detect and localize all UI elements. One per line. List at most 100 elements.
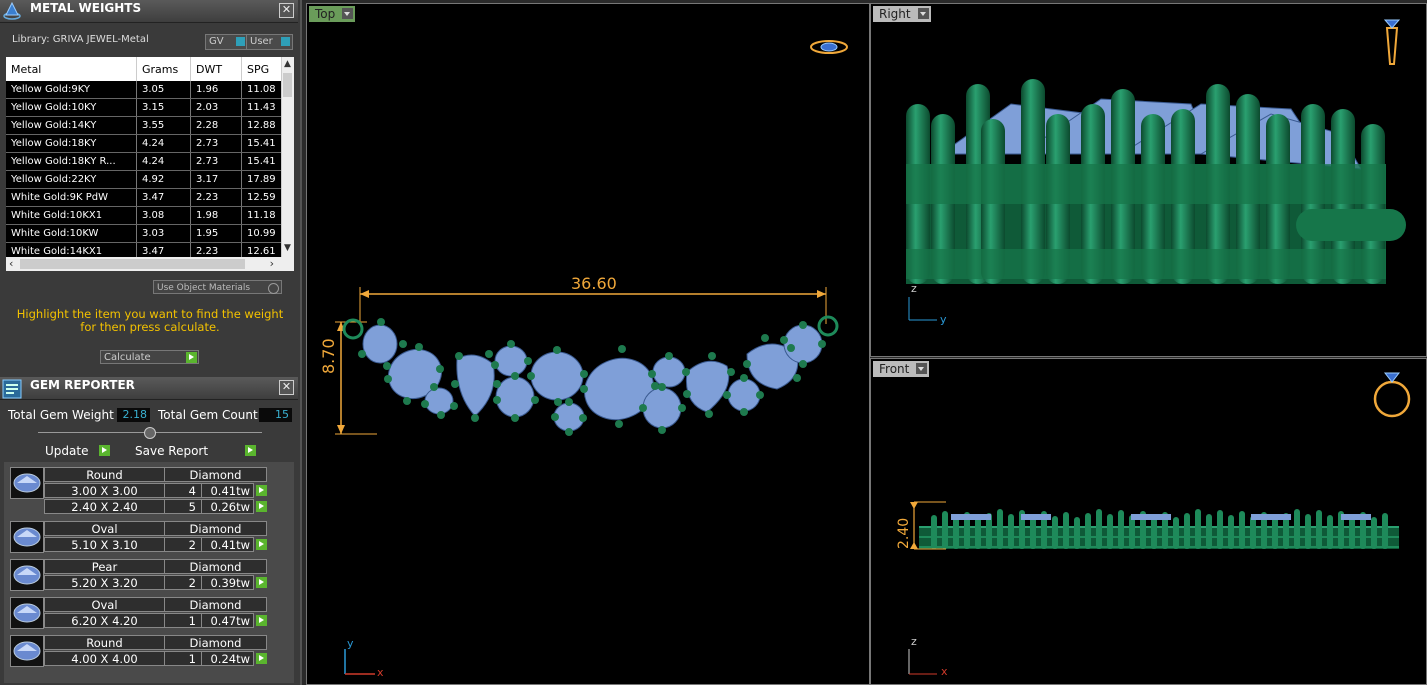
gem-group[interactable]: Pear Diamond 5.20 X 3.20 2 0.39tw (10, 559, 270, 593)
scroll-thumb[interactable] (283, 73, 292, 97)
select-gem-button[interactable] (256, 615, 267, 626)
gem-shape: Oval (44, 521, 165, 536)
table-cell: 3.55 (136, 116, 191, 135)
table-cell: 4.24 (136, 152, 191, 171)
select-gem-button[interactable] (256, 485, 267, 496)
scroll-up-icon[interactable]: ▲ (284, 59, 291, 69)
scroll-down-icon[interactable]: ▼ (284, 243, 291, 253)
table-cell: White Gold:14KX1 (6, 242, 137, 257)
table-cell: 3.47 (136, 242, 191, 257)
gem-type: Diamond (164, 559, 267, 574)
column-header-metal[interactable]: Metal (6, 57, 137, 81)
top-viewport[interactable]: Top 36.60 8.70 y x (306, 3, 870, 685)
hscroll-thumb[interactable] (20, 259, 245, 269)
gem-shape: Round (44, 635, 165, 650)
update-button[interactable]: Update (42, 443, 112, 459)
metal-weights-close-button[interactable]: ✕ (279, 3, 294, 18)
size-slider-handle[interactable] (144, 427, 156, 439)
user-toggle-indicator-icon (281, 37, 290, 46)
gem-reporter-close-button[interactable]: ✕ (279, 380, 294, 395)
height-dimension: 2.40 (896, 517, 912, 549)
gv-toggle[interactable]: GV (205, 34, 248, 50)
table-cell: Yellow Gold:18KY (6, 134, 137, 153)
table-cell: 2.73 (190, 134, 242, 153)
table-cell: 1.95 (190, 224, 242, 243)
gem-shape: Pear (44, 559, 165, 574)
metal-table-vertical-scrollbar[interactable]: ▲ ▼ (281, 57, 294, 257)
column-header-spg[interactable]: SPG (241, 57, 282, 81)
right-viewport[interactable]: Right z y (870, 3, 1427, 357)
table-row[interactable]: White Gold:14KX1 3.47 2.23 12.61 (6, 242, 282, 257)
gem-reporter-logo-icon (2, 379, 22, 399)
table-cell: 11.08 (241, 81, 282, 99)
column-header-dwt[interactable]: DWT (190, 57, 242, 81)
table-cell: Yellow Gold:22KY (6, 170, 137, 189)
table-cell: 12.59 (241, 188, 282, 207)
gem-group[interactable]: Round Diamond 4.00 X 4.00 1 0.24tw (10, 635, 270, 669)
total-gem-count-label: Total Gem Count (158, 408, 258, 422)
gem-count: 2 (164, 537, 202, 552)
metal-table[interactable]: Metal Grams DWT SPG Yellow Gold:9KY 3.05 1… (6, 57, 294, 257)
gem-weight: 0.26tw (201, 499, 254, 514)
table-cell: 3.17 (190, 170, 242, 189)
calculate-hint: Highlight the item you want to find the … (10, 308, 290, 334)
total-gem-weight-label: Total Gem Weight (8, 408, 114, 422)
gem-group[interactable]: Oval Diamond 5.10 X 3.10 2 0.41tw (10, 521, 270, 555)
select-gem-button[interactable] (256, 653, 267, 664)
gem-thumbnail-icon (10, 635, 44, 667)
table-row[interactable]: Yellow Gold:14KY 3.55 2.28 12.88 (6, 116, 282, 135)
gem-size: 5.20 X 3.20 (44, 575, 165, 590)
select-gem-button[interactable] (256, 501, 267, 512)
table-cell: 15.41 (241, 134, 282, 153)
update-label: Update (45, 444, 89, 458)
table-row[interactable]: Yellow Gold:9KY 3.05 1.96 11.08 (6, 81, 282, 99)
play-icon (186, 352, 197, 363)
table-cell: 11.43 (241, 98, 282, 117)
table-row[interactable]: Yellow Gold:10KY 3.15 2.03 11.43 (6, 98, 282, 117)
gem-group[interactable]: Round Diamond 3.00 X 3.00 4 0.41tw 2.40 X 2.4… (10, 467, 270, 517)
table-cell: 11.18 (241, 206, 282, 225)
front-viewport[interactable]: Front 2.40 z x (870, 358, 1427, 685)
select-gem-button[interactable] (256, 539, 267, 550)
table-row[interactable]: Yellow Gold:18KY R... 4.24 2.73 15.41 (6, 152, 282, 171)
gem-weight: 0.47tw (201, 613, 254, 628)
front-view-drawing (908, 501, 1399, 675)
table-row[interactable]: White Gold:10KX1 3.08 1.98 11.18 (6, 206, 282, 225)
select-gem-button[interactable] (256, 577, 267, 588)
table-row[interactable]: White Gold:9K PdW 3.47 2.23 12.59 (6, 188, 282, 207)
metal-table-horizontal-scrollbar[interactable]: ‹ › (6, 257, 294, 271)
height-dimension: 8.70 (319, 338, 338, 374)
save-report-button[interactable]: Save Report (132, 443, 258, 459)
gem-type: Diamond (164, 521, 267, 536)
table-row[interactable]: Yellow Gold:22KY 4.92 3.17 17.89 (6, 170, 282, 189)
table-row[interactable]: White Gold:10KW 3.03 1.95 10.99 (6, 224, 282, 243)
right-view-drawing (906, 79, 1406, 321)
gem-shape: Oval (44, 597, 165, 612)
gem-weight: 0.39tw (201, 575, 254, 590)
table-cell: 2.03 (190, 98, 242, 117)
scroll-left-icon[interactable]: ‹ (9, 257, 13, 270)
gem-count: 1 (164, 651, 202, 666)
table-row[interactable]: Yellow Gold:18KY 4.24 2.73 15.41 (6, 134, 282, 153)
gem-count: 4 (164, 483, 202, 498)
table-cell: 3.47 (136, 188, 191, 207)
gem-group[interactable]: Oval Diamond 6.20 X 4.20 1 0.47tw (10, 597, 270, 631)
use-object-materials-toggle[interactable]: Use Object Materials (153, 280, 282, 294)
axis-x-label: x (941, 665, 948, 678)
gem-weight: 0.41tw (201, 537, 254, 552)
table-cell: Yellow Gold:9KY (6, 81, 137, 99)
hint-line-2: for then press calculate. (80, 320, 220, 334)
calculate-button[interactable]: Calculate (100, 350, 199, 364)
user-toggle[interactable]: User (246, 34, 293, 50)
calculate-label: Calculate (104, 352, 151, 363)
gem-thumbnail-icon (10, 521, 44, 553)
gem-shape: Round (44, 467, 165, 482)
gem-thumbnail-icon (10, 467, 44, 499)
gem-thumbnail-icon (10, 597, 44, 629)
scroll-right-icon[interactable]: › (270, 257, 274, 270)
column-header-grams[interactable]: Grams (136, 57, 191, 81)
play-icon (245, 445, 256, 456)
table-cell: 15.41 (241, 152, 282, 171)
metal-weights-logo-icon (3, 1, 21, 20)
table-cell: 4.24 (136, 134, 191, 153)
